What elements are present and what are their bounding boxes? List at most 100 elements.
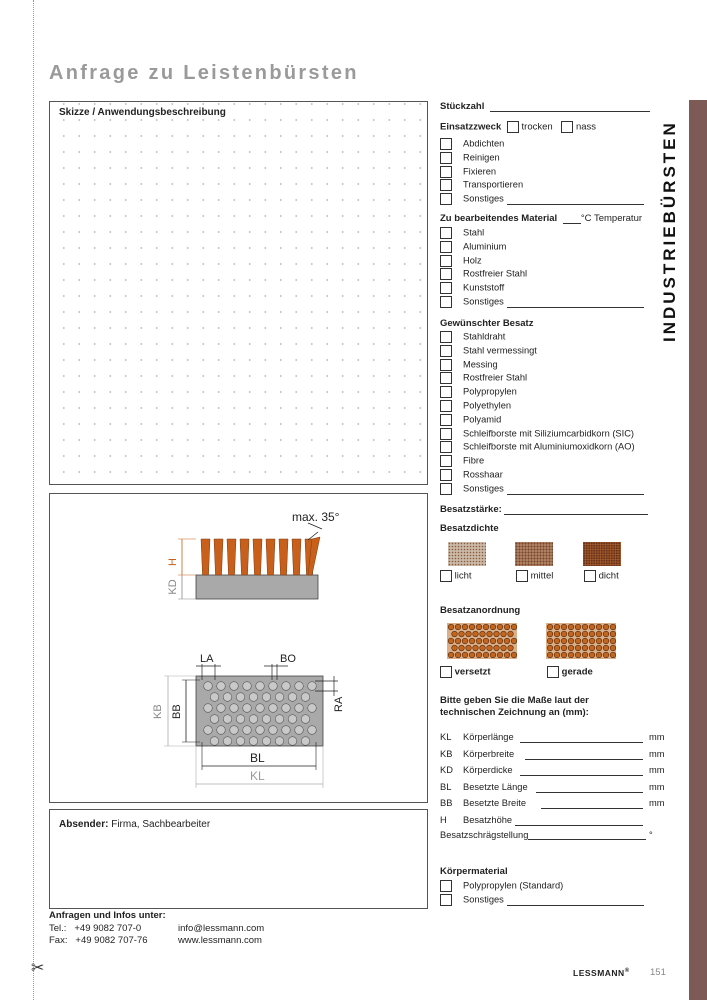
- koerpermaterial-sonstiges-input[interactable]: [506, 904, 644, 906]
- nass-label: nass: [575, 121, 597, 133]
- hole: [281, 725, 291, 735]
- masse-input[interactable]: [535, 782, 643, 793]
- koerpermaterial-checkbox[interactable]: [440, 880, 452, 892]
- masse-row: KB Körperbreite mm: [440, 749, 665, 760]
- besatz-checkbox[interactable]: [440, 331, 452, 343]
- schraeg-unit: °: [649, 830, 653, 840]
- hole: [229, 725, 239, 735]
- material-checkbox[interactable]: [440, 296, 452, 308]
- email-address[interactable]: info@lessmann.com: [178, 923, 264, 936]
- hole: [222, 692, 233, 702]
- versetzt-checkbox[interactable]: [440, 666, 452, 678]
- besatz-label: Gewünschter Besatz: [440, 318, 534, 329]
- einsatzzweck-label: Einsatzzweck: [440, 121, 502, 133]
- material-item: Aluminium: [440, 240, 506, 253]
- hole: [235, 692, 246, 702]
- besatz-sonstiges-input[interactable]: [506, 493, 644, 495]
- hole: [281, 703, 291, 713]
- arrangement-dot: [472, 644, 479, 652]
- nass-checkbox[interactable]: [561, 121, 574, 133]
- sender-hint: Firma, Sachbearbeiter: [108, 819, 211, 830]
- dicht-checkbox[interactable]: [584, 570, 596, 582]
- arrangement-dot: [560, 637, 568, 645]
- material-checkbox[interactable]: [440, 268, 452, 281]
- masse-name: Körperlänge: [463, 732, 514, 742]
- licht-checkbox[interactable]: [440, 570, 452, 582]
- sender-label: Absender:: [59, 819, 109, 830]
- einsatzzweck-checkbox[interactable]: [440, 138, 452, 150]
- arrangement-dot: [472, 630, 479, 638]
- besatz-checkbox[interactable]: [440, 441, 452, 454]
- swatch-gerade: [546, 623, 616, 659]
- mittel-checkbox[interactable]: [516, 570, 528, 582]
- hole: [229, 681, 239, 691]
- website[interactable]: www.lessmann.com: [178, 935, 262, 948]
- besatz-checkbox[interactable]: [440, 469, 452, 481]
- sidebar-bar: [689, 100, 707, 1000]
- einsatzzweck-checkbox[interactable]: [440, 193, 452, 206]
- hole: [248, 736, 259, 746]
- hole: [209, 736, 220, 746]
- material-item: Rostfreier Stahl: [440, 268, 527, 281]
- hole: [242, 681, 252, 691]
- arrangement-dot: [588, 630, 596, 638]
- swatch-licht: [448, 542, 486, 566]
- arrangement-dot: [482, 651, 490, 659]
- besatz-checkbox[interactable]: [440, 386, 452, 399]
- besatzstaerke-input[interactable]: [504, 514, 649, 515]
- arrangement-dot: [461, 623, 469, 631]
- drawing-svg: max. 35° H KD LA BO RA KB BB BL KL: [152, 510, 345, 788]
- arrangement-dot: [546, 644, 554, 652]
- masse-input[interactable]: [515, 815, 643, 826]
- arrangement-dot: [574, 623, 582, 631]
- dim-bb-label: BB: [171, 704, 183, 719]
- arrangement-dot: [602, 637, 610, 645]
- arrangement-dot: [609, 623, 616, 631]
- masse-input[interactable]: [520, 765, 643, 776]
- material-sonstiges-input[interactable]: [506, 307, 644, 308]
- masse-input[interactable]: [541, 798, 643, 809]
- masse-input[interactable]: [520, 732, 643, 743]
- sender-field[interactable]: Absender: Firma, Sachbearbeiter: [49, 809, 428, 909]
- schraeg-row: Besatzschrägstellung °: [440, 830, 653, 840]
- swatch-versetzt: [447, 623, 517, 659]
- besatz-checkbox[interactable]: [440, 372, 452, 385]
- besatz-label: Stahldraht: [463, 331, 506, 342]
- schraeg-input[interactable]: [528, 839, 647, 840]
- hole: [222, 736, 233, 746]
- besatz-checkbox[interactable]: [440, 400, 452, 412]
- besatz-checkbox[interactable]: [440, 358, 452, 371]
- besatz-checkbox[interactable]: [440, 427, 452, 440]
- arrangement-dot: [475, 637, 483, 645]
- besatz-checkbox[interactable]: [440, 482, 452, 495]
- material-checkbox[interactable]: [440, 254, 452, 267]
- material-checkbox[interactable]: [440, 282, 452, 295]
- besatz-item: Fibre: [440, 455, 484, 468]
- bristle: [278, 538, 289, 576]
- besatz-checkbox[interactable]: [440, 344, 452, 357]
- material-item: Holz: [440, 254, 482, 267]
- gerade-checkbox[interactable]: [547, 666, 559, 678]
- einsatzzweck-checkbox[interactable]: [440, 179, 452, 192]
- hole: [203, 681, 213, 691]
- einsatzzweck-sonstiges-input[interactable]: [506, 204, 644, 206]
- hole: [300, 692, 311, 702]
- einsatzzweck-checkbox[interactable]: [440, 165, 452, 178]
- material-checkbox[interactable]: [440, 240, 452, 253]
- hole: [300, 736, 311, 746]
- sketch-area[interactable]: Skizze / Anwendungsbeschreibung: [49, 101, 428, 485]
- fax-number: +49 9082 707-76: [75, 935, 148, 946]
- material-label: Sonstiges: [463, 296, 504, 307]
- besatz-checkbox[interactable]: [440, 413, 452, 426]
- trocken-checkbox[interactable]: [506, 121, 519, 133]
- einsatzzweck-checkbox[interactable]: [440, 151, 452, 164]
- koerpermaterial-checkbox[interactable]: [440, 893, 452, 906]
- arrangement-dot: [503, 623, 511, 631]
- masse-input[interactable]: [525, 749, 643, 760]
- material-checkbox[interactable]: [440, 227, 452, 239]
- stueckzahl-input[interactable]: [490, 111, 650, 112]
- hole: [287, 736, 298, 746]
- temperature-input[interactable]: [562, 223, 581, 224]
- besatz-item: Polyamid: [440, 413, 501, 426]
- besatz-checkbox[interactable]: [440, 455, 452, 468]
